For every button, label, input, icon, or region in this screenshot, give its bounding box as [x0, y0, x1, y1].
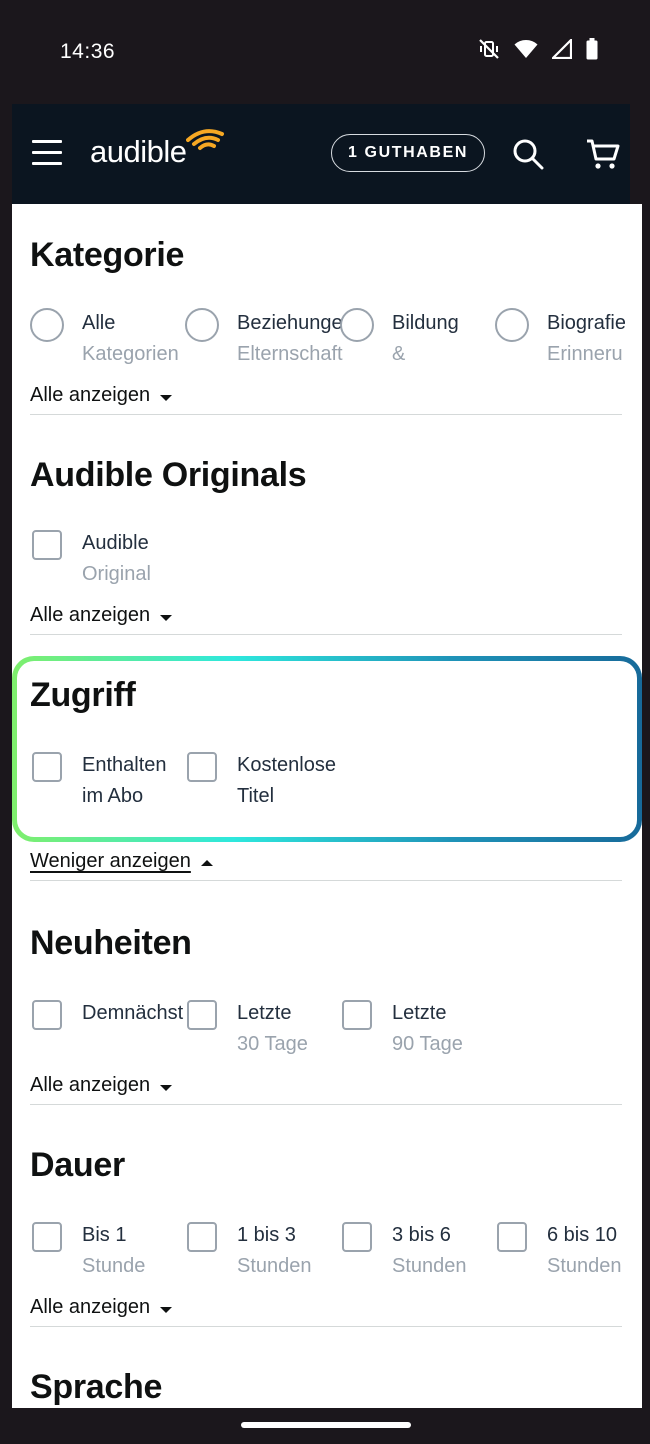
divider: [30, 880, 622, 881]
vibrate-mute-icon: [479, 39, 499, 59]
access-option-included-in-subscription[interactable]: Enthalten im Abo: [30, 750, 190, 830]
caret-down-icon: [160, 394, 173, 401]
duration-option-1-to-3h[interactable]: 1 bis 3 Stunden: [185, 1220, 345, 1300]
divider: [30, 1104, 622, 1105]
category-option-beziehungen[interactable]: Beziehungen, Elternschaft: [185, 308, 359, 388]
checkbox[interactable]: [187, 752, 217, 782]
show-all-button[interactable]: Alle anzeigen: [30, 1074, 173, 1097]
new-option-last-90-days[interactable]: Letzte 90 Tage: [340, 998, 500, 1078]
duration-option-6-to-10h[interactable]: 6 bis 10 Stunden: [495, 1220, 625, 1300]
checkbox[interactable]: [342, 1222, 372, 1252]
status-icons: [478, 38, 598, 60]
radio-button[interactable]: [495, 308, 529, 342]
menu-icon[interactable]: [32, 140, 62, 166]
caret-up-icon: [200, 859, 213, 866]
cart-icon[interactable]: [586, 138, 620, 170]
section-title: Dauer: [30, 1146, 125, 1184]
new-option-last-30-days[interactable]: Letzte 30 Tage: [185, 998, 345, 1078]
checkbox[interactable]: [32, 1000, 62, 1030]
new-option-coming-soon[interactable]: Demnächst: [30, 998, 190, 1078]
radio-button[interactable]: [340, 308, 374, 342]
caret-down-icon: [160, 1306, 173, 1313]
section-title: Audible Originals: [30, 456, 307, 494]
category-option-alle[interactable]: Alle Kategorien: [30, 308, 190, 388]
battery-icon: [586, 38, 598, 60]
show-all-button[interactable]: Alle anzeigen: [30, 604, 173, 627]
originals-option-audible-original[interactable]: Audible Original: [30, 528, 190, 608]
duration-option-3-to-6h[interactable]: 3 bis 6 Stunden: [340, 1220, 500, 1300]
app-header: audible 1 GUTHABEN: [12, 104, 630, 204]
checkbox[interactable]: [32, 1222, 62, 1252]
search-icon[interactable]: [512, 138, 544, 170]
access-option-free-titles[interactable]: Kostenlose Titel: [185, 750, 345, 830]
checkbox[interactable]: [32, 752, 62, 782]
home-indicator[interactable]: [241, 1422, 411, 1428]
radio-button[interactable]: [185, 308, 219, 342]
signal-icon: [552, 39, 572, 59]
wifi-icon: [514, 40, 538, 58]
category-option-biografie[interactable]: Biografie Erinneru: [495, 308, 625, 388]
credits-button[interactable]: 1 GUTHABEN: [331, 134, 485, 172]
caret-down-icon: [160, 614, 173, 621]
section-title: Neuheiten: [30, 924, 192, 962]
show-less-button[interactable]: Weniger anzeigen: [30, 850, 213, 873]
checkbox[interactable]: [187, 1000, 217, 1030]
filter-panel: Kategorie Alle Kategorien Beziehungen, E…: [12, 204, 642, 1408]
show-all-button[interactable]: Alle anzeigen: [30, 384, 173, 407]
category-option-bildung[interactable]: Bildung &: [340, 308, 488, 388]
section-title: Zugriff: [30, 676, 136, 714]
caret-down-icon: [160, 1084, 173, 1091]
status-time: 14:36: [60, 40, 116, 63]
duration-option-up-to-1h[interactable]: Bis 1 Stunde: [30, 1220, 190, 1300]
checkbox[interactable]: [32, 530, 62, 560]
show-all-button[interactable]: Alle anzeigen: [30, 1296, 173, 1319]
checkbox[interactable]: [342, 1000, 372, 1030]
radio-button[interactable]: [30, 308, 64, 342]
divider: [30, 634, 622, 635]
checkbox[interactable]: [497, 1222, 527, 1252]
logo-text: audible: [90, 134, 187, 169]
checkbox[interactable]: [187, 1222, 217, 1252]
divider: [30, 414, 622, 415]
audible-waves-icon: [186, 129, 224, 150]
divider: [30, 1326, 622, 1327]
section-title: Sprache: [30, 1368, 163, 1406]
section-title: Kategorie: [30, 236, 185, 274]
status-bar: 14:36: [0, 0, 650, 104]
